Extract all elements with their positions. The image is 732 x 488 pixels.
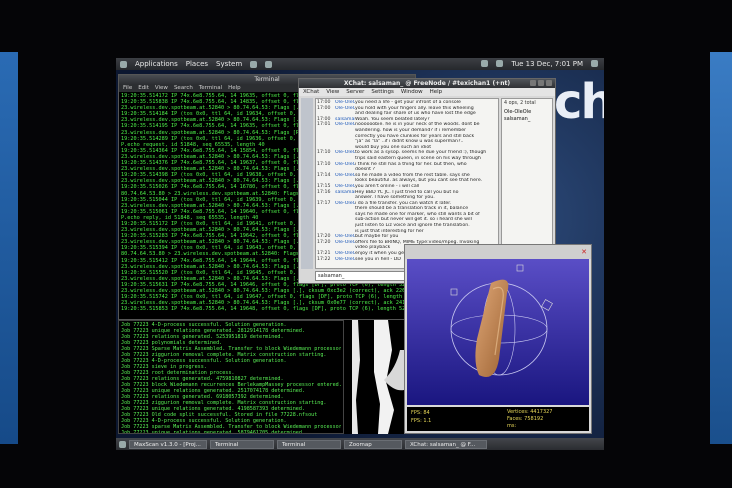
help-launcher-icon[interactable] — [265, 60, 273, 68]
maximize-icon[interactable] — [538, 80, 544, 86]
menu-places[interactable]: Places — [186, 60, 208, 68]
terminal-window-2[interactable]: Job 77223 4-D-process successful. Soluti… — [118, 320, 344, 434]
background-text: ch — [554, 74, 604, 130]
ms-label: ms: — [507, 423, 517, 429]
menu-system[interactable]: System — [216, 60, 242, 68]
terminal-menu-terminal[interactable]: Terminal — [199, 84, 222, 92]
terminal-line: 19:20:35.515853 IP 74x.6e8.755.64, 14 19… — [121, 306, 406, 313]
bezel-right — [710, 52, 732, 444]
user-item[interactable]: salsaman_ — [504, 116, 550, 123]
terminal-menu-search[interactable]: Search — [174, 84, 193, 92]
screen: Applications Places System Tue 13 Dec, 7… — [116, 58, 604, 450]
xchat-menu-window[interactable]: Window — [401, 88, 423, 96]
image-window[interactable] — [344, 320, 404, 434]
viewer-toolbar: ✕ — [405, 245, 591, 259]
channel-tree[interactable] — [301, 98, 313, 269]
terminal2-output: Job 77223 4-D-process successful. Soluti… — [119, 321, 343, 434]
terminal-menu-file[interactable]: File — [123, 84, 132, 92]
xchat-menubar: XChat View Server Settings Window Help — [299, 88, 555, 96]
vertices-label: Vertices: 4417327 — [507, 409, 553, 415]
xchat-title: XChat: salsaman_ @ FreeNode / #texichan1… — [343, 80, 511, 87]
task-xchat[interactable]: XChat: salsaman_ @ F... — [405, 439, 487, 449]
xchat-menu-settings[interactable]: Settings — [371, 88, 394, 96]
close-icon[interactable] — [546, 80, 552, 86]
terminal-menu-edit[interactable]: Edit — [138, 84, 149, 92]
gnome-logo-icon[interactable] — [120, 60, 127, 68]
fps-value: FPS: 1.1 — [411, 418, 432, 424]
task-terminal-2[interactable]: Terminal — [277, 439, 341, 449]
user-count: 4 ops, 2 total — [504, 101, 536, 106]
show-desktop-icon[interactable] — [119, 440, 126, 448]
xchat-menu-xchat[interactable]: XChat — [303, 88, 319, 96]
task-terminal-1[interactable]: Terminal — [210, 439, 274, 449]
clock[interactable]: Tue 13 Dec, 7:01 PM — [511, 60, 583, 68]
xchat-titlebar: XChat: salsaman_ @ FreeNode / #texichan1… — [299, 79, 555, 88]
mask-image — [344, 320, 404, 434]
browser-launcher-icon[interactable] — [250, 60, 258, 68]
xchat-menu-view[interactable]: View — [326, 88, 339, 96]
minimize-icon[interactable] — [530, 80, 536, 86]
terminal-line: Job 77223 unique relations generated. 58… — [121, 430, 306, 434]
task-maxscan[interactable]: MaxScan v1.3.0 - [Proj... — [129, 439, 207, 449]
message-text: see you in hell - DD — [355, 256, 401, 262]
taskbar: MaxScan v1.3.0 - [Proj... Terminal Termi… — [116, 438, 604, 450]
terminal-menu-view[interactable]: View — [155, 84, 168, 92]
bezel-left — [0, 52, 18, 444]
viewer-status: FPS: 84 FPS: 1.1 Vertices: 4417327 Faces… — [407, 407, 589, 431]
top-panel: Applications Places System Tue 13 Dec, 7… — [116, 58, 604, 70]
network-icon[interactable] — [481, 60, 489, 67]
task-zoomap[interactable]: Zoomap — [344, 439, 402, 449]
volume-icon[interactable] — [496, 60, 504, 67]
3d-viewer-window[interactable]: ✕ FPS: 84 FPS: 1.1 Vertices: 4417327 Fac… — [404, 244, 592, 434]
faces-label: Faces: 758192 — [507, 416, 544, 422]
message-nick[interactable]: Ole-OleOle — [335, 257, 355, 263]
xchat-menu-server[interactable]: Server — [346, 88, 364, 96]
fps-label: FPS: 84 — [411, 410, 430, 416]
user-icon[interactable] — [591, 60, 598, 67]
xchat-menu-help[interactable]: Help — [430, 88, 443, 96]
user-item[interactable]: Ole-OleOle — [504, 109, 550, 116]
input-nick[interactable]: salsaman_ — [318, 273, 344, 279]
message-time: 17:22 — [317, 256, 331, 262]
close-icon[interactable]: ✕ — [581, 248, 587, 256]
3d-canvas[interactable] — [407, 259, 589, 405]
terminal-menu-help[interactable]: Help — [228, 84, 241, 92]
menu-applications[interactable]: Applications — [135, 60, 178, 68]
